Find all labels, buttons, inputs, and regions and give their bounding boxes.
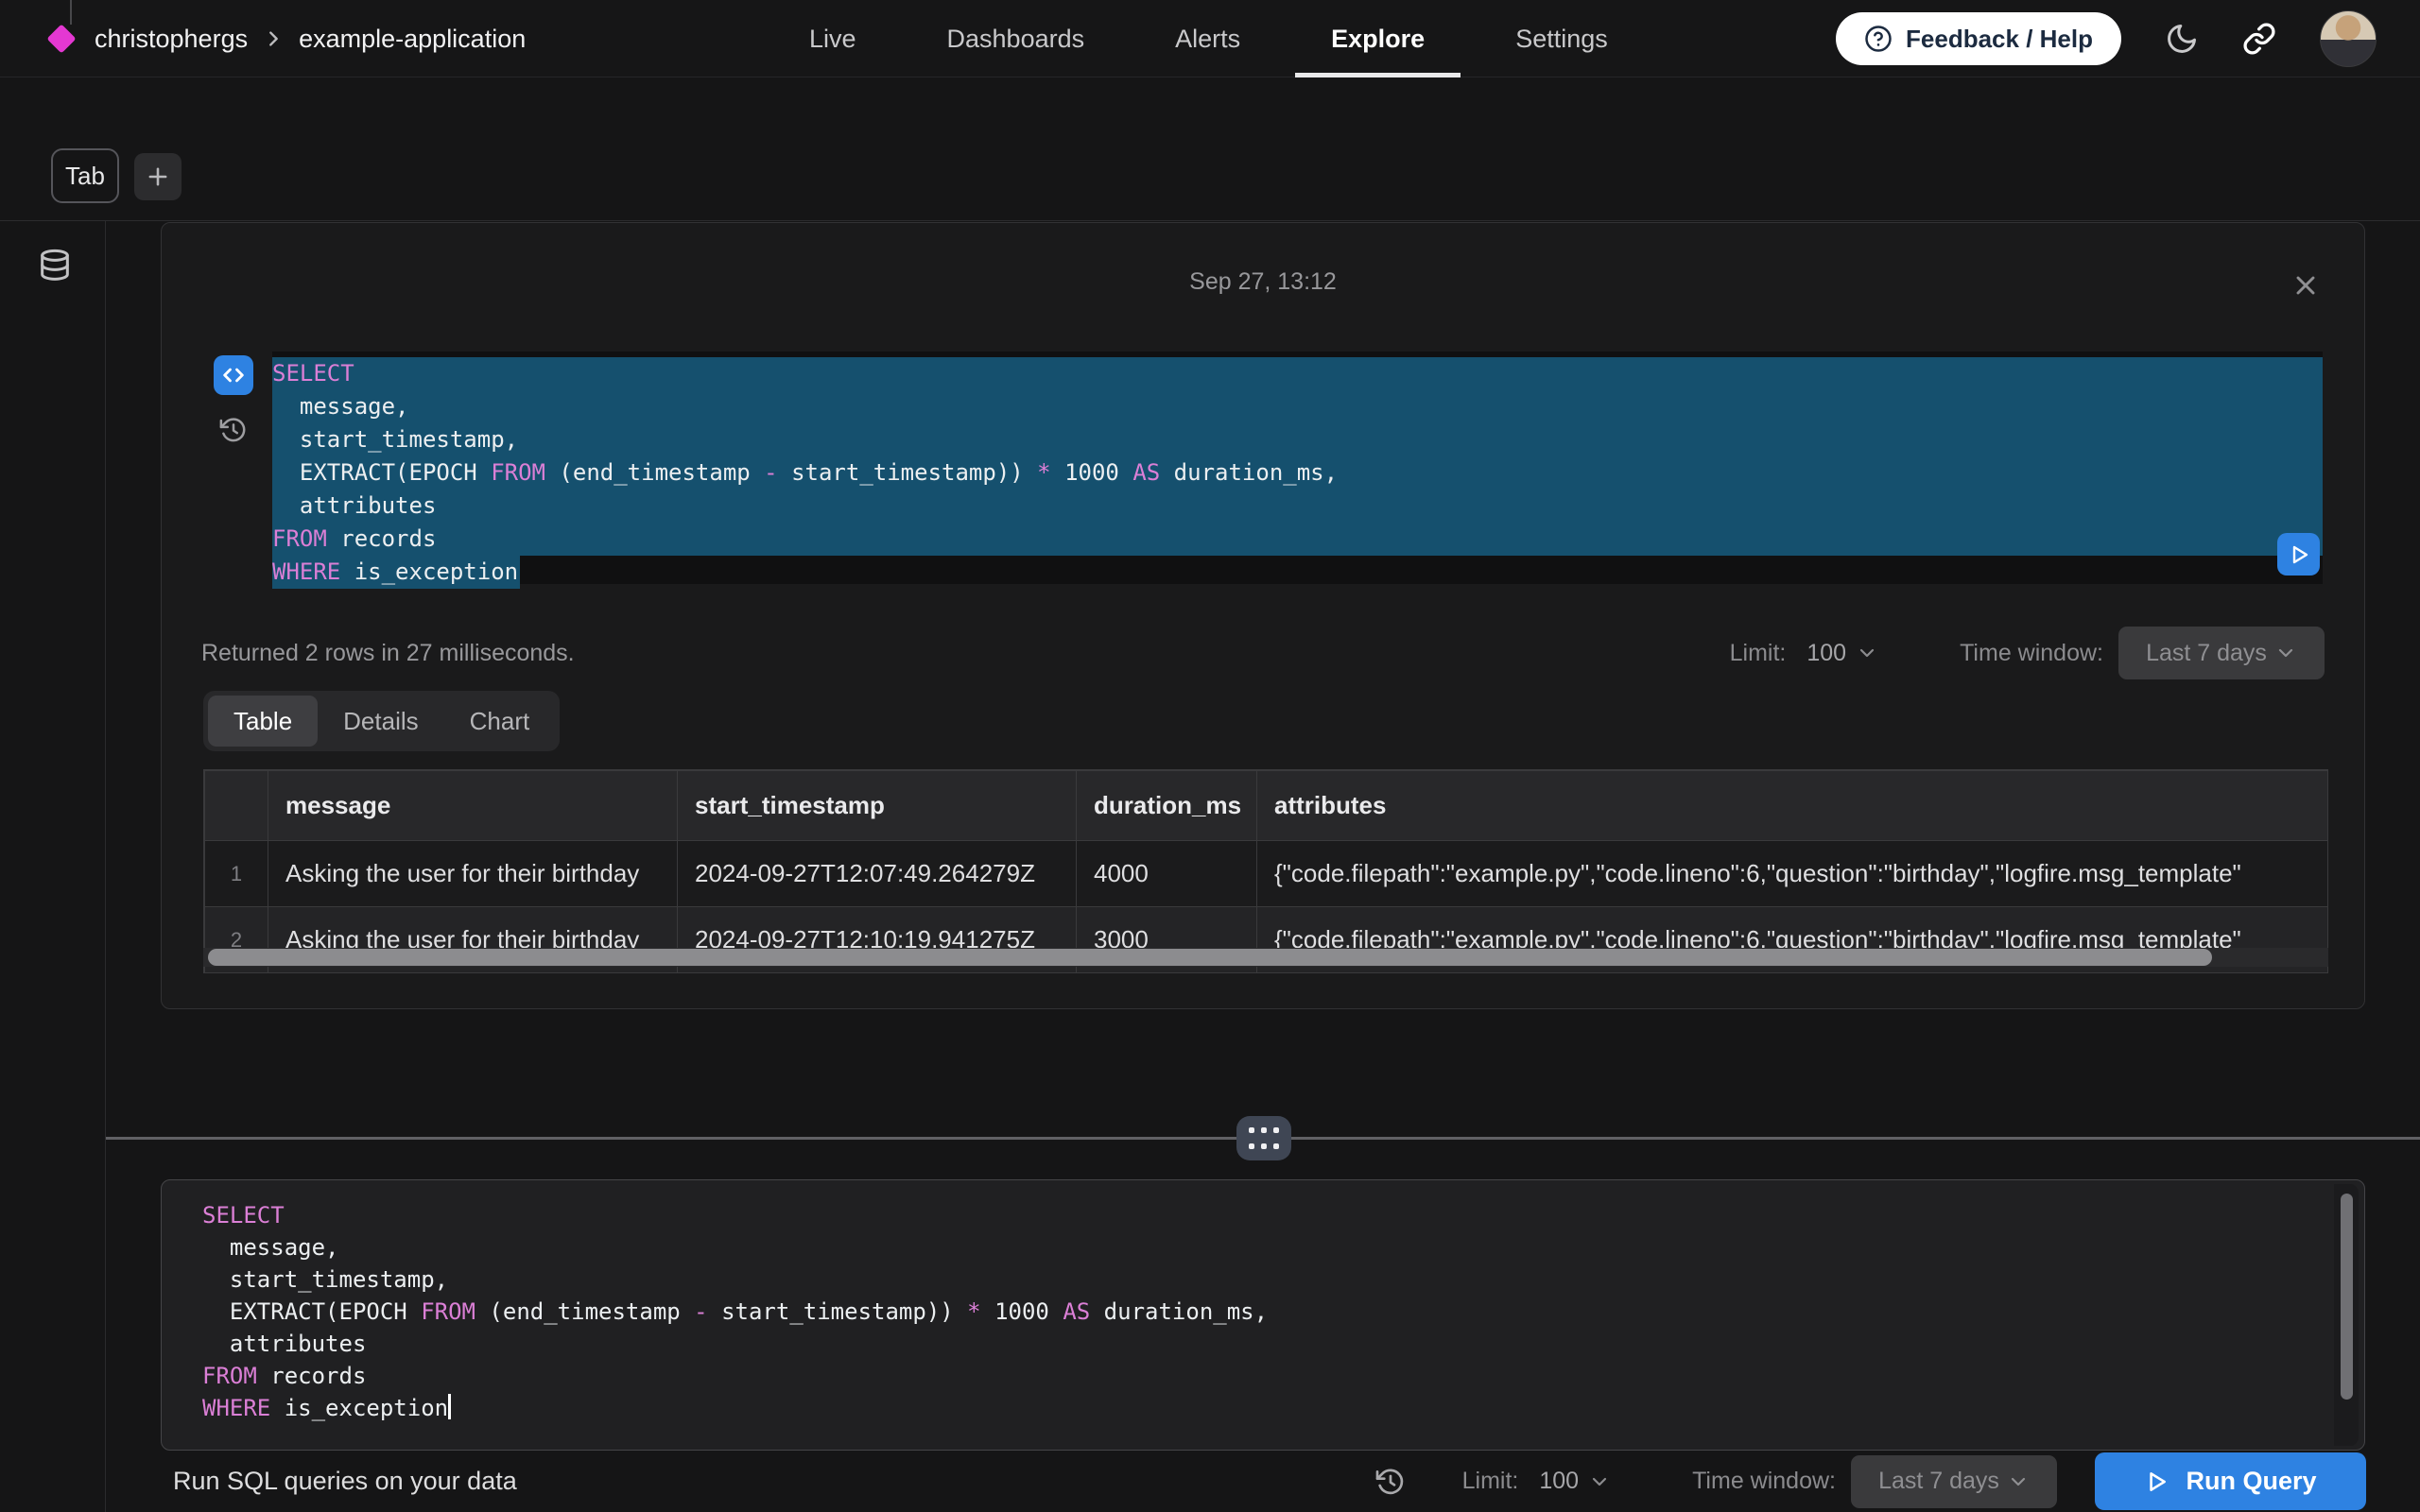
limit-select[interactable]: 100 (1539, 1468, 1611, 1495)
table-horizontal-scrollbar (203, 948, 2328, 967)
header-divider (0, 220, 2420, 221)
table-header-row: message start_timestamp duration_ms attr… (205, 771, 2329, 841)
plus-icon (145, 163, 171, 190)
cell-attributes[interactable]: {"code.filepath":"example.py","code.line… (1257, 841, 2329, 907)
table-row[interactable]: 1 Asking the user for their birthday 202… (205, 841, 2329, 907)
breadcrumb-project[interactable]: example-application (299, 25, 526, 54)
play-icon (2288, 543, 2310, 566)
tab-table[interactable]: Table (208, 696, 318, 747)
sql-query-display[interactable]: SELECT message, start_timestamp, EXTRACT… (272, 352, 2323, 584)
chevron-right-icon (263, 28, 284, 49)
play-icon (2144, 1469, 2169, 1494)
col-header-duration-ms[interactable]: duration_ms (1077, 771, 1257, 841)
moon-icon (2165, 22, 2199, 56)
chevron-down-icon (2274, 642, 2297, 664)
nav-item-settings[interactable]: Settings (1515, 0, 1608, 77)
editor-scrollbar-thumb[interactable] (2341, 1194, 2353, 1400)
link-icon (2242, 22, 2276, 56)
sql-widget-toolbar (214, 355, 253, 444)
time-window-value: Last 7 days (1878, 1468, 1999, 1495)
history-icon (1375, 1467, 1406, 1497)
nav-item-live[interactable]: Live (809, 0, 856, 77)
limit-label: Limit: (1730, 640, 1787, 667)
nav-item-explore[interactable]: Explore (1331, 0, 1425, 77)
chevron-down-icon (1856, 642, 1878, 664)
cell-start-timestamp[interactable]: 2024-09-27T12:07:49.264279Z (678, 841, 1077, 907)
chevron-down-icon (2007, 1470, 2030, 1493)
top-nav: christophergs example-application Live D… (0, 0, 2420, 77)
chevron-down-icon (1588, 1470, 1611, 1493)
share-link-button[interactable] (2242, 22, 2276, 56)
breadcrumb: christophergs example-application (43, 0, 526, 77)
history-icon (219, 416, 248, 444)
query-history-button[interactable] (1375, 1467, 1406, 1497)
run-saved-query-button[interactable] (2277, 533, 2320, 576)
run-query-label: Run Query (2186, 1467, 2316, 1496)
col-header-attributes[interactable]: attributes (1257, 771, 2329, 841)
result-view-tabs: Table Details Chart (203, 691, 560, 751)
time-window-select[interactable]: Last 7 days (1851, 1455, 2057, 1508)
col-header-message[interactable]: message (268, 771, 678, 841)
footer-hint: Run SQL queries on your data (173, 1467, 517, 1496)
tab-details[interactable]: Details (318, 696, 443, 747)
results-table: message start_timestamp duration_ms attr… (203, 769, 2328, 973)
limit-label: Limit: (1462, 1468, 1519, 1495)
footer-bar: Run SQL queries on your data Limit: 100 … (0, 1451, 2420, 1512)
add-tab-button[interactable] (134, 153, 182, 200)
sql-editor[interactable]: SELECT message, start_timestamp, EXTRACT… (161, 1179, 2365, 1451)
time-window-select[interactable]: Last 7 days (2118, 627, 2325, 679)
cell-duration-ms[interactable]: 4000 (1077, 841, 1257, 907)
user-avatar[interactable] (2320, 10, 2377, 67)
query-history-card: Sep 27, 13:12 SELECT message, start_time… (161, 222, 2365, 1009)
limit-value: 100 (1539, 1468, 1579, 1495)
result-summary-row: Returned 2 rows in 27 milliseconds. Limi… (201, 626, 2325, 680)
time-window-label: Time window: (1692, 1468, 1836, 1495)
code-view-button[interactable] (214, 355, 253, 395)
help-circle-icon (1864, 25, 1893, 53)
query-tab[interactable]: Tab (51, 148, 119, 203)
sql-editor-code[interactable]: SELECT message, start_timestamp, EXTRACT… (202, 1199, 2279, 1424)
limit-select[interactable]: 100 (1806, 640, 1878, 667)
sidebar-divider (105, 221, 106, 1512)
breadcrumb-org[interactable]: christophergs (95, 25, 248, 54)
limit-value: 100 (1806, 640, 1846, 667)
query-history-button[interactable] (219, 416, 248, 444)
feedback-help-label: Feedback / Help (1906, 25, 2093, 54)
time-window-value: Last 7 days (2146, 640, 2267, 667)
nav-menu: Live Dashboards Alerts Explore Settings (809, 0, 1608, 77)
logfire-logo-icon[interactable] (46, 24, 76, 53)
database-icon (36, 246, 74, 287)
database-schema-button[interactable] (36, 246, 74, 287)
run-query-button[interactable]: Run Query (2095, 1452, 2366, 1510)
nav-item-alerts[interactable]: Alerts (1175, 0, 1240, 77)
nav-item-dashboards[interactable]: Dashboards (947, 0, 1085, 77)
theme-toggle-button[interactable] (2165, 22, 2199, 56)
feedback-help-button[interactable]: Feedback / Help (1836, 12, 2121, 65)
col-header-rownum (205, 771, 268, 841)
text-cursor (448, 1394, 451, 1419)
tab-chart[interactable]: Chart (444, 696, 556, 747)
result-summary: Returned 2 rows in 27 milliseconds. (201, 640, 575, 667)
close-icon (2290, 270, 2321, 301)
explore-page: christophergs example-application Live D… (0, 0, 2420, 1512)
pane-resize-handle[interactable] (1236, 1116, 1291, 1160)
cell-message[interactable]: Asking the user for their birthday (268, 841, 678, 907)
scrollbar-thumb[interactable] (208, 949, 2212, 966)
row-number: 1 (205, 841, 268, 907)
col-header-start-timestamp[interactable]: start_timestamp (678, 771, 1077, 841)
query-timestamp: Sep 27, 13:12 (162, 268, 2364, 296)
time-window-label: Time window: (1960, 640, 2103, 667)
nav-right-cluster: Feedback / Help (1836, 0, 2377, 77)
code-icon (220, 362, 247, 388)
close-card-button[interactable] (2290, 270, 2321, 301)
